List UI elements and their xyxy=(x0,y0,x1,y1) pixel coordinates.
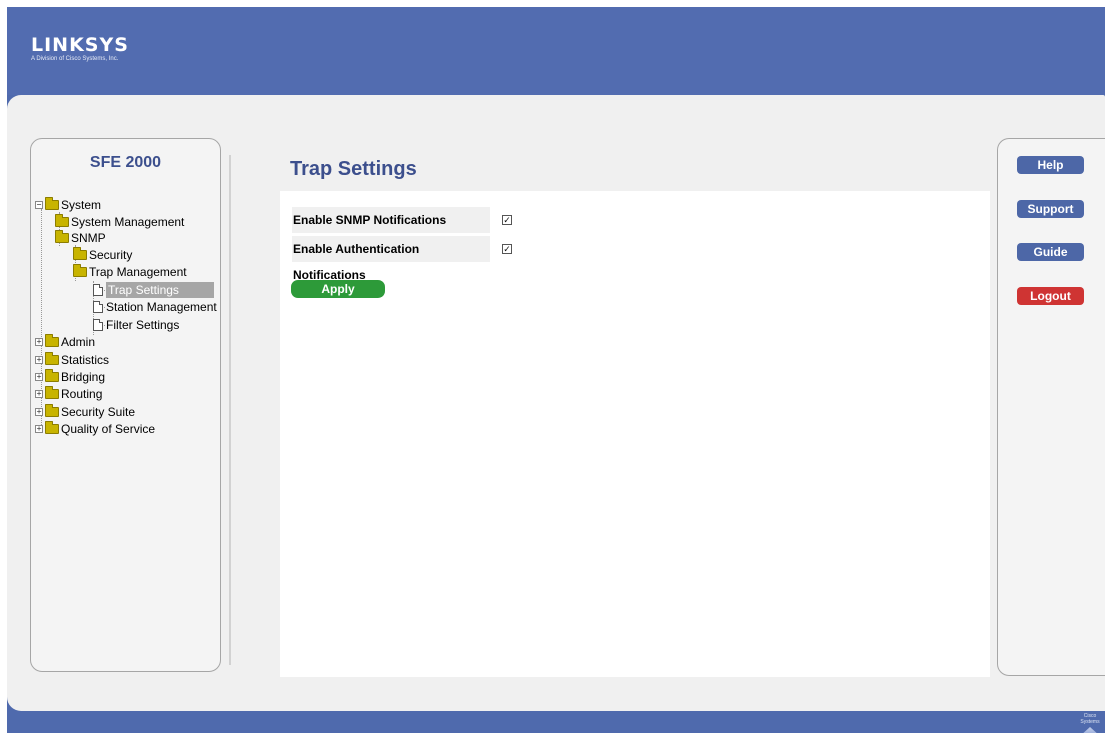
folder-icon xyxy=(45,421,59,434)
support-button[interactable]: Support xyxy=(1017,200,1084,218)
field-label: Enable SNMP Notifications xyxy=(292,207,490,233)
collapse-icon[interactable]: − xyxy=(35,201,43,209)
tree-item-station-management[interactable]: Station Management xyxy=(93,299,217,315)
page-icon xyxy=(93,319,103,331)
tree-item-quality-of-service[interactable]: + Quality of Service xyxy=(35,421,155,437)
help-button[interactable]: Help xyxy=(1017,156,1084,174)
page-title: Trap Settings xyxy=(290,158,417,180)
folder-icon xyxy=(45,404,59,417)
cisco-logo-text: Cisco Systems xyxy=(1080,713,1100,725)
tree-label: Security xyxy=(89,248,133,262)
tree-item-trap-settings[interactable]: Trap Settings xyxy=(93,282,214,298)
tree-label: System xyxy=(61,198,102,212)
guide-button[interactable]: Guide xyxy=(1017,243,1084,261)
tree-label: System Management xyxy=(71,215,185,229)
expand-icon[interactable]: + xyxy=(35,373,43,381)
device-model: SFE 2000 xyxy=(89,154,162,171)
apply-button[interactable]: Apply xyxy=(291,280,385,298)
expand-icon[interactable]: + xyxy=(35,408,43,416)
tree-label: Routing xyxy=(61,387,103,401)
navigation-panel: SFE 2000 − System System Management SNMP… xyxy=(30,138,221,672)
auth-notifications-checkbox[interactable]: ✓ xyxy=(502,244,512,254)
tree-label: SNMP xyxy=(71,231,106,245)
folder-icon xyxy=(45,369,59,382)
logo-name: LINKSYS xyxy=(31,34,129,56)
folder-icon xyxy=(55,214,69,227)
main-content: Enable SNMP Notifications ✓ Enable Authe… xyxy=(280,191,990,677)
field-label: Enable Authentication Notifications xyxy=(292,236,490,282)
tree-label: Trap Settings xyxy=(106,282,214,298)
tree-item-snmp[interactable]: SNMP xyxy=(55,230,106,246)
tree-label: Quality of Service xyxy=(61,422,156,436)
nav-divider xyxy=(229,155,231,665)
page-icon xyxy=(93,284,103,296)
expand-icon[interactable]: + xyxy=(35,390,43,398)
tree-item-admin[interactable]: + Admin xyxy=(35,334,95,350)
page-icon xyxy=(93,301,103,313)
tree-item-bridging[interactable]: + Bridging xyxy=(35,369,105,385)
snmp-notifications-checkbox[interactable]: ✓ xyxy=(502,215,512,225)
tree-item-security-suite[interactable]: + Security Suite xyxy=(35,404,135,420)
tree-item-statistics[interactable]: + Statistics xyxy=(35,352,109,368)
header-band: LINKSYS A Division of Cisco Systems, Inc… xyxy=(7,7,1105,95)
expand-icon[interactable]: + xyxy=(35,425,43,433)
folder-open-icon xyxy=(45,197,59,210)
tree-label: Statistics xyxy=(61,353,110,367)
tree-label: Trap Management xyxy=(89,265,187,279)
expand-icon[interactable]: + xyxy=(35,338,43,346)
field-row-auth-notifications: Enable Authentication Notifications ✓ xyxy=(292,236,512,282)
utility-panel: Help Support Guide Logout xyxy=(997,138,1105,676)
linksys-logo: LINKSYS A Division of Cisco Systems, Inc… xyxy=(31,35,129,62)
field-row-snmp-notifications: Enable SNMP Notifications ✓ xyxy=(292,207,512,233)
tree-item-system-management[interactable]: System Management xyxy=(55,214,184,230)
tree-label: Admin xyxy=(61,335,96,349)
tree-item-security[interactable]: Security xyxy=(73,247,132,263)
folder-icon xyxy=(73,247,87,260)
cisco-bridge-icon xyxy=(1080,727,1100,733)
content-panel: SFE 2000 − System System Management SNMP… xyxy=(7,95,1105,711)
logo-tagline: A Division of Cisco Systems, Inc. xyxy=(31,56,119,62)
tree-label: Station Management xyxy=(106,300,217,314)
expand-icon[interactable]: + xyxy=(35,356,43,364)
tree-label: Filter Settings xyxy=(106,318,180,332)
tree-item-routing[interactable]: + Routing xyxy=(35,386,102,402)
tree-item-filter-settings[interactable]: Filter Settings xyxy=(93,317,179,333)
tree-label: Security Suite xyxy=(61,405,136,419)
tree-item-trap-management[interactable]: Trap Management xyxy=(73,264,187,280)
app-frame: LINKSYS A Division of Cisco Systems, Inc… xyxy=(7,7,1105,733)
tree-label: Bridging xyxy=(61,370,106,384)
folder-icon xyxy=(45,386,59,399)
tree-item-system[interactable]: − System xyxy=(35,197,101,213)
folder-open-icon xyxy=(55,230,69,243)
cisco-logo: Cisco Systems xyxy=(1077,713,1103,733)
folder-open-icon xyxy=(73,264,87,277)
logout-button[interactable]: Logout xyxy=(1017,287,1084,305)
folder-icon xyxy=(45,334,59,347)
folder-icon xyxy=(45,352,59,365)
